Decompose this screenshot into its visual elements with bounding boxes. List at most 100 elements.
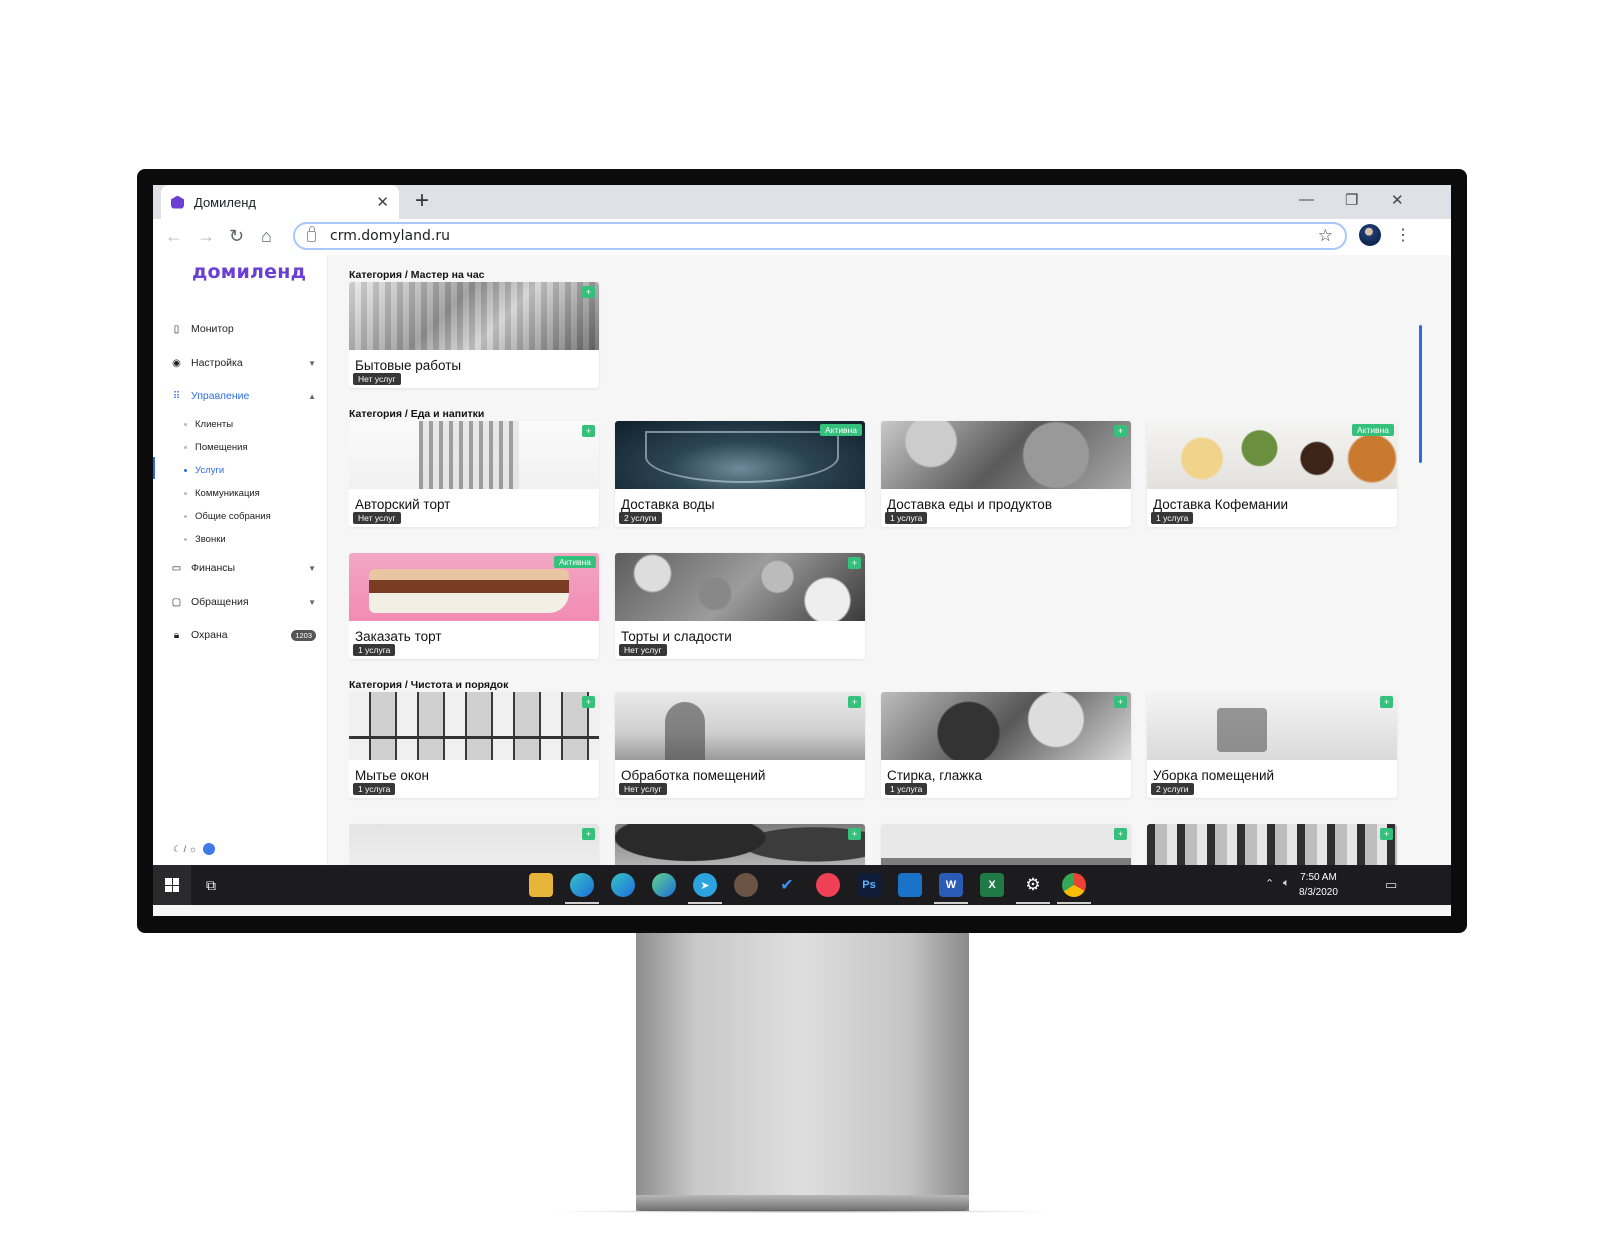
- service-card[interactable]: Активна 2 услуги Доставка воды: [615, 421, 865, 527]
- service-card[interactable]: + 2 услуги Уборка помещений: [1147, 692, 1397, 798]
- restore-icon[interactable]: ❐: [1345, 191, 1358, 209]
- clock[interactable]: 7:50 AM 8/3/2020: [1299, 870, 1338, 900]
- settings-icon: ◉: [172, 357, 181, 369]
- add-icon[interactable]: +: [1114, 425, 1127, 437]
- add-icon[interactable]: +: [1380, 696, 1393, 708]
- sidebar-item-requests[interactable]: ▢ Обращения ▼: [171, 592, 316, 612]
- close-tab-icon[interactable]: ✕: [376, 193, 389, 211]
- notification-icon[interactable]: ▭: [1385, 877, 1397, 893]
- service-card[interactable]: + Нет услуг Обработка помещений: [615, 692, 865, 798]
- card-image: [349, 692, 599, 760]
- arrow-left-icon[interactable]: ←: [165, 226, 183, 247]
- start-button[interactable]: [153, 865, 191, 905]
- service-card[interactable]: Активна 1 услуга Доставка Кофемании: [1147, 421, 1397, 527]
- task-view-icon[interactable]: ⧉: [199, 873, 223, 897]
- add-icon[interactable]: +: [582, 286, 595, 298]
- services-grid: Категория / Мастер на час + Нет услуг Бы…: [349, 255, 1429, 865]
- tab-title: Домиленд: [194, 194, 256, 210]
- todo-icon[interactable]: ✔: [775, 873, 799, 897]
- sidebar-item-finances[interactable]: ▭ Финансы ▼: [171, 558, 316, 578]
- outlook-icon[interactable]: [898, 873, 922, 897]
- sidebar-sub-meetings[interactable]: Общие собрания: [184, 508, 271, 524]
- url-text[interactable]: crm.domyland.ru: [330, 228, 1318, 244]
- add-icon[interactable]: +: [582, 425, 595, 437]
- service-card[interactable]: + 1 услуга Доставка еды и продуктов: [881, 421, 1131, 527]
- service-card[interactable]: + 1 услуга Мытье окон: [349, 692, 599, 798]
- add-icon[interactable]: +: [1114, 696, 1127, 708]
- add-icon[interactable]: +: [848, 557, 861, 569]
- profile-avatar[interactable]: [1359, 224, 1381, 246]
- add-icon[interactable]: +: [582, 828, 595, 840]
- sidebar-sub-premises[interactable]: Помещения: [184, 439, 248, 455]
- service-count: Нет услуг: [619, 644, 667, 656]
- service-card[interactable]: +: [1147, 824, 1397, 865]
- bullet-icon: [184, 514, 187, 518]
- minimize-icon[interactable]: —: [1299, 191, 1314, 208]
- add-icon[interactable]: +: [1114, 828, 1127, 840]
- add-icon[interactable]: +: [848, 828, 861, 840]
- sidebar-sub-calls[interactable]: Звонки: [184, 531, 226, 547]
- browser-tab[interactable]: Домиленд ✕: [161, 185, 399, 219]
- monitor-frame: Домиленд ✕ + — ❐ ✕ ← → ↻ ⌂ crm.domyland.…: [137, 169, 1467, 933]
- service-count: 1 услуга: [885, 512, 928, 524]
- pocket-icon[interactable]: [816, 873, 840, 897]
- scrollbar[interactable]: [1419, 325, 1422, 463]
- service-card[interactable]: +: [881, 824, 1131, 865]
- home-icon[interactable]: ⌂: [261, 226, 272, 247]
- card-title: Стирка, глажка: [887, 768, 982, 783]
- sidebar-item-settings[interactable]: ◉ Настройка ▼: [171, 353, 316, 373]
- add-icon[interactable]: +: [848, 696, 861, 708]
- category-title: Категория / Чистота и порядок: [349, 679, 509, 691]
- card-title: Уборка помещений: [1153, 768, 1275, 783]
- add-icon[interactable]: +: [1380, 828, 1393, 840]
- arrow-right-icon[interactable]: →: [197, 226, 215, 247]
- app-icon[interactable]: [734, 873, 758, 897]
- photoshop-icon[interactable]: Ps: [857, 873, 881, 897]
- sidebar-sub-label: Помещения: [195, 441, 248, 453]
- service-card[interactable]: +: [615, 824, 865, 865]
- browser-toolbar: ← → ↻ ⌂ crm.domyland.ru ☆ ⋮: [153, 219, 1451, 255]
- volume-icon[interactable]: 🔈︎: [1283, 877, 1290, 890]
- service-card[interactable]: + Нет услуг Торты и сладости: [615, 553, 865, 659]
- new-tab-icon[interactable]: +: [415, 189, 429, 213]
- telegram-icon[interactable]: ➤: [693, 873, 717, 897]
- add-icon[interactable]: +: [582, 696, 595, 708]
- sidebar-sub-services[interactable]: Услуги: [184, 462, 224, 478]
- close-window-icon[interactable]: ✕: [1391, 191, 1404, 209]
- edge-dev-icon[interactable]: [652, 873, 676, 897]
- theme-toggle[interactable]: ☾ / ☼: [173, 843, 215, 855]
- chevron-up-icon[interactable]: ⌃: [1265, 877, 1274, 890]
- address-bar[interactable]: crm.domyland.ru ☆: [293, 222, 1347, 250]
- sidebar-item-monitor[interactable]: ▯ Монитор: [171, 319, 316, 339]
- edge-beta-icon[interactable]: [611, 873, 635, 897]
- service-count: Нет услуг: [353, 512, 401, 524]
- edge-icon[interactable]: [570, 873, 594, 897]
- sidebar-sub-clients[interactable]: Клиенты: [184, 416, 233, 432]
- settings-icon[interactable]: ⚙: [1021, 873, 1045, 897]
- service-count: 1 услуга: [353, 644, 396, 656]
- service-card[interactable]: + Нет услуг Авторский торт: [349, 421, 599, 527]
- service-card[interactable]: Активна 1 услуга Заказать торт: [349, 553, 599, 659]
- service-card[interactable]: +: [349, 824, 599, 865]
- chrome-icon[interactable]: [1062, 873, 1086, 897]
- excel-icon[interactable]: X: [980, 873, 1004, 897]
- active-indicator: [153, 457, 155, 479]
- sidebar-item-management[interactable]: ⠿ Управление ▲: [171, 386, 316, 406]
- sidebar-item-label: Финансы: [191, 562, 236, 574]
- logo[interactable]: домиленд: [192, 261, 306, 283]
- sidebar-sub-communication[interactable]: Коммуникация: [184, 485, 260, 501]
- more-menu-icon[interactable]: ⋮: [1395, 225, 1411, 245]
- sidebar-item-security[interactable]: 🔒︎ Охрана 1203: [171, 625, 316, 645]
- sidebar-item-label: Управление: [191, 390, 250, 402]
- running-indicator: [565, 902, 599, 904]
- file-explorer-icon[interactable]: [529, 873, 553, 897]
- reload-icon[interactable]: ↻: [229, 226, 244, 247]
- sidebar-sub-label: Клиенты: [195, 418, 234, 430]
- service-card[interactable]: + Нет услуг Бытовые работы: [349, 282, 599, 388]
- running-indicator: [1016, 902, 1050, 904]
- service-card[interactable]: + 1 услуга Стирка, глажка: [881, 692, 1131, 798]
- word-icon[interactable]: W: [939, 873, 963, 897]
- card-icon: ▭: [171, 562, 182, 574]
- running-indicator: [1057, 902, 1091, 904]
- star-icon[interactable]: ☆: [1318, 226, 1333, 246]
